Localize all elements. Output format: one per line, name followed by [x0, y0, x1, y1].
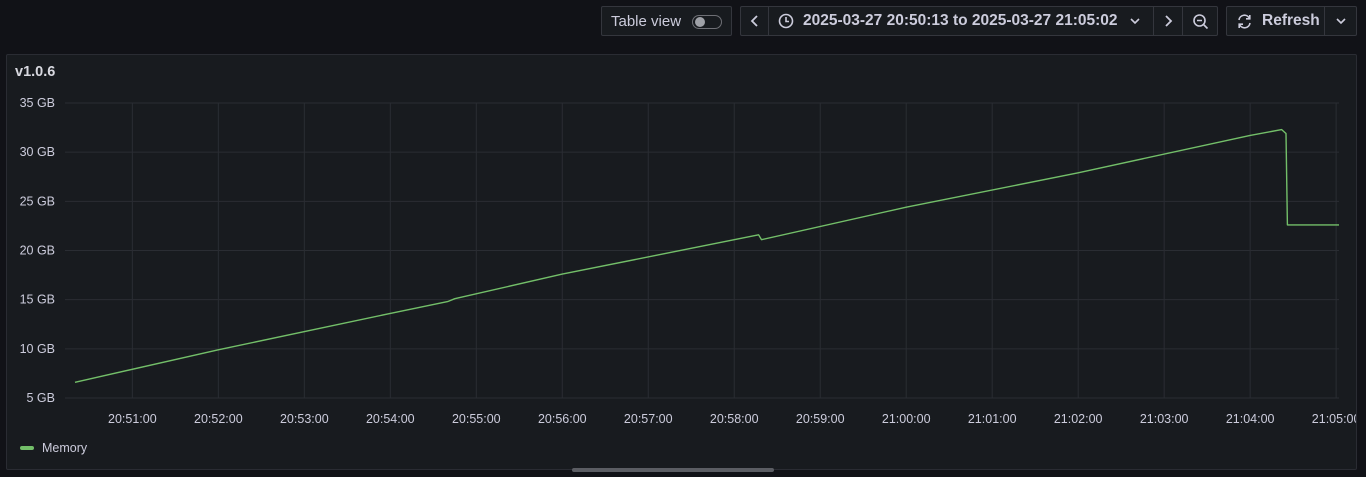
- y-tick-label: 15 GB: [20, 293, 55, 307]
- x-tick-label: 21:00:00: [882, 412, 931, 426]
- y-tick-label: 20 GB: [20, 244, 55, 258]
- memory-chart[interactable]: 5 GB 10 GB 15 GB 20 GB 25 GB 30 GB 35 GB 20:51:…: [7, 55, 1356, 469]
- x-tick-label: 20:57:00: [624, 412, 673, 426]
- time-shift-back-button[interactable]: [740, 6, 768, 36]
- table-view-label: Table view: [611, 12, 682, 30]
- chevron-down-icon: [1335, 17, 1346, 25]
- time-shift-forward-button[interactable]: [1154, 6, 1183, 36]
- table-view-toggle-group[interactable]: Table view: [601, 6, 732, 36]
- y-tick-label: 35 GB: [20, 96, 55, 110]
- zoom-out-button[interactable]: [1183, 6, 1218, 36]
- x-tick-label: 20:59:00: [796, 412, 845, 426]
- time-range-text: 2025-03-27 20:50:13 to 2025-03-27 21:05:…: [803, 12, 1118, 29]
- table-view-switch[interactable]: [692, 15, 722, 29]
- y-tick-label: 30 GB: [20, 145, 55, 159]
- horizontal-scrollbar[interactable]: [572, 468, 774, 472]
- refresh-interval-dropdown[interactable]: [1324, 6, 1357, 36]
- switch-knob: [695, 17, 705, 27]
- y-tick-label: 25 GB: [20, 194, 55, 208]
- chevron-left-icon: [750, 15, 760, 27]
- series-line-memory[interactable]: [74, 128, 1339, 383]
- time-range-picker[interactable]: 2025-03-27 20:50:13 to 2025-03-27 21:05:…: [768, 6, 1154, 36]
- clock-icon: [778, 13, 794, 29]
- x-tick-label: 21:04:00: [1226, 412, 1275, 426]
- refresh-button[interactable]: Refresh: [1226, 6, 1325, 36]
- legend-swatch: [20, 446, 34, 450]
- x-tick-label: 20:52:00: [194, 412, 243, 426]
- x-tick-label: 20:55:00: [452, 412, 501, 426]
- x-tick-label: 20:51:00: [108, 412, 157, 426]
- chart-legend: Memory: [20, 441, 87, 455]
- x-tick-label: 21:01:00: [968, 412, 1017, 426]
- legend-label[interactable]: Memory: [42, 441, 87, 455]
- x-tick-label: 21:02:00: [1054, 412, 1103, 426]
- chevron-right-icon: [1163, 15, 1173, 27]
- dashboard-toolbar: Table view 2025-03-27 20:50:13 to 2025-0…: [0, 6, 1366, 38]
- graph-panel: v1.0.6 5 GB 10 GB 15 GB 20 GB 25 GB 30 GB 35 G…: [6, 54, 1357, 470]
- x-tick-label: 20:56:00: [538, 412, 587, 426]
- chevron-down-icon: [1129, 17, 1140, 25]
- x-tick-label: 21:05:00: [1312, 412, 1356, 426]
- x-tick-label: 20:53:00: [280, 412, 329, 426]
- refresh-icon: [1236, 13, 1253, 30]
- x-tick-label: 20:58:00: [710, 412, 759, 426]
- y-tick-label: 10 GB: [20, 342, 55, 356]
- y-tick-label: 5 GB: [27, 391, 56, 405]
- x-tick-label: 21:03:00: [1140, 412, 1189, 426]
- refresh-label: Refresh: [1262, 12, 1320, 29]
- zoom-out-icon: [1192, 13, 1209, 30]
- x-tick-label: 20:54:00: [366, 412, 415, 426]
